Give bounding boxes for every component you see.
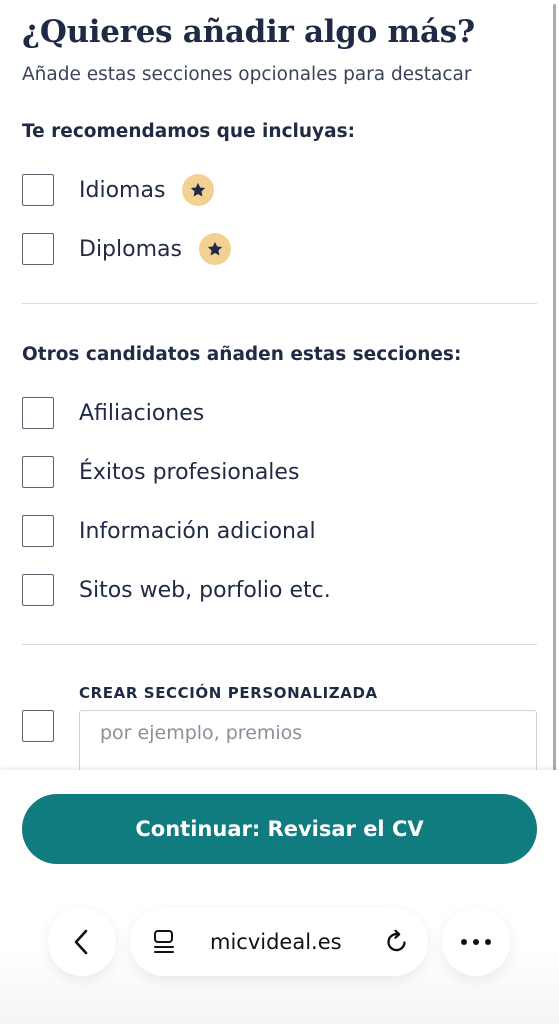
option-row-exitos-profesionales[interactable]: Éxitos profesionales [22,454,299,490]
reload-icon[interactable] [384,929,410,955]
recommended-heading: Te recomendamos que incluyas: [22,121,355,142]
page-title: ¿Quieres añadir algo más? [22,14,475,50]
option-label: Información adicional [79,518,316,544]
reader-mode-icon[interactable] [152,929,176,955]
url-bar[interactable]: micvideal.es [130,908,428,976]
recommended-badge [198,233,231,265]
option-row-afiliaciones[interactable]: Afiliaciones [22,395,204,431]
section-divider [22,644,537,645]
option-label: Sitos web, porfolio etc. [79,577,331,603]
custom-section-label: CREAR SECCIÓN PERSONALIZADA [79,684,378,702]
checkbox-informacion-adicional[interactable] [22,515,54,547]
checkbox-sitios-web[interactable] [22,574,54,606]
star-icon [207,241,223,256]
custom-section-checkbox[interactable] [22,710,54,742]
checkbox-exitos-profesionales[interactable] [22,456,54,488]
option-row-sitios-web[interactable]: Sitos web, porfolio etc. [22,572,331,608]
url-text: micvideal.es [210,930,342,954]
option-row-diplomas[interactable]: Diplomas [22,231,231,267]
back-button[interactable] [48,908,116,976]
star-icon [191,182,206,197]
more-button[interactable] [442,908,510,976]
option-row-informacion-adicional[interactable]: Información adicional [22,513,316,549]
continue-button[interactable]: Continuar: Revisar el CV [22,794,537,864]
more-dots-icon [461,939,491,945]
option-label: Afiliaciones [79,400,205,426]
recommended-badge [182,174,215,206]
option-label: Éxitos profesionales [79,459,300,485]
browser-toolbar: micvideal.es [0,908,559,978]
checkbox-afiliaciones[interactable] [22,397,54,429]
others-heading: Otros candidatos añaden estas secciones: [22,344,462,365]
section-divider [22,303,537,304]
option-row-idiomas[interactable]: Idiomas [22,172,215,208]
back-chevron-icon [74,929,88,955]
page-subtitle: Añade estas secciones opcionales para de… [22,64,472,85]
option-label: Diplomas [79,236,182,262]
option-label: Idiomas [79,177,166,203]
checkbox-idiomas[interactable] [22,174,54,206]
checkbox-diplomas[interactable] [22,233,54,265]
